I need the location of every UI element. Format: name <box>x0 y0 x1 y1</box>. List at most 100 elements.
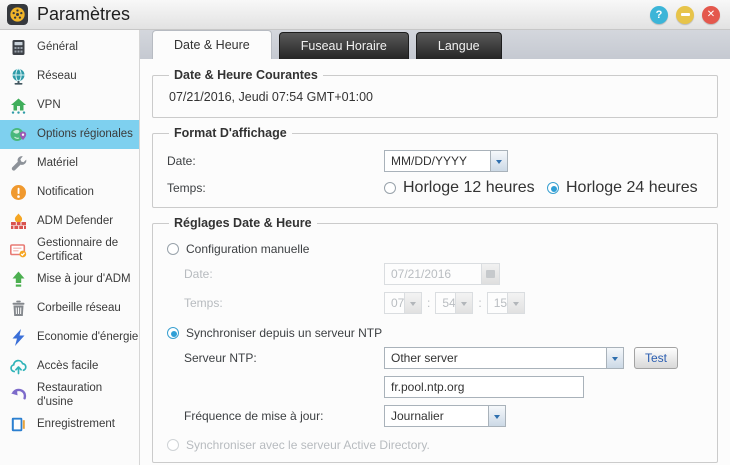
sidebar-item-label: ADM Defender <box>37 214 114 227</box>
date-format-row: Date: MM/DD/YYYY <box>167 150 705 172</box>
sidebar-item-energy-saving[interactable]: Economie d'énergie <box>0 323 139 352</box>
ntp-server-row: Serveur NTP: Other server Test <box>167 347 705 369</box>
sidebar-item-network-recycle-bin[interactable]: Corbeille réseau <box>0 294 139 323</box>
clock-24h-option[interactable]: Horloge 24 heures <box>547 179 698 197</box>
sidebar-item-label: Restauration d'usine <box>37 381 103 408</box>
manual-config-radio[interactable] <box>167 243 179 255</box>
sidebar-item-label: Corbeille réseau <box>37 301 121 314</box>
datetime-settings-legend: Réglages Date & Heure <box>174 216 312 230</box>
clock-12h-option[interactable]: Horloge 12 heures <box>384 179 547 197</box>
current-datetime-legend: Date & Heure Courantes <box>174 68 318 82</box>
tab-content: Date & Heure Courantes 07/21/2016, Jeudi… <box>140 59 730 465</box>
registration-icon <box>9 415 28 434</box>
ntp-sync-option[interactable]: Synchroniser depuis un serveur NTP <box>167 326 705 340</box>
ad-sync-radio <box>167 439 179 451</box>
update-frequency-row: Fréquence de mise à jour: Journalier <box>167 405 705 427</box>
chevron-down-icon[interactable] <box>606 348 623 368</box>
hardware-icon <box>9 154 28 173</box>
sidebar-item-adm-defender[interactable]: ADM Defender <box>0 207 139 236</box>
current-datetime-value: 07/21/2016, Jeudi 07:54 GMT+01:00 <box>169 90 373 104</box>
ad-sync-option: Synchroniser avec le serveur Active Dire… <box>167 438 705 452</box>
chevron-down-icon[interactable] <box>490 151 507 171</box>
adm-defender-icon <box>9 212 28 231</box>
manual-config-option[interactable]: Configuration manuelle <box>167 242 705 256</box>
clock-12h-label[interactable]: Horloge 12 heures <box>403 179 535 197</box>
regional-options-icon <box>9 125 28 144</box>
date-format-select[interactable]: MM/DD/YYYY <box>384 150 508 172</box>
ntp-sync-label[interactable]: Synchroniser depuis un serveur NTP <box>186 326 382 340</box>
manual-config-label[interactable]: Configuration manuelle <box>186 242 309 256</box>
ntp-server-select[interactable]: Other server <box>384 347 624 369</box>
general-icon <box>9 38 28 57</box>
window-controls: ? ✕ <box>650 5 720 24</box>
chevron-down-icon <box>455 293 473 313</box>
chevron-down-icon <box>506 293 524 313</box>
minimize-button[interactable] <box>676 5 694 24</box>
datetime-settings-section: Réglages Date & Heure Configuration manu… <box>152 216 718 463</box>
chevron-down-icon[interactable] <box>488 406 505 426</box>
test-button[interactable]: Test <box>634 347 679 369</box>
manual-date-input: 07/21/2016 <box>384 263 500 285</box>
sidebar-item-adm-update[interactable]: Mise à jour d'ADM <box>0 265 139 294</box>
ad-sync-label: Synchroniser avec le serveur Active Dire… <box>186 438 430 452</box>
settings-app-icon <box>7 4 28 25</box>
manual-time-row: Temps: 07 : 54 : 15 <box>167 292 705 314</box>
current-datetime-section: Date & Heure Courantes 07/21/2016, Jeudi… <box>152 68 718 118</box>
titlebar: Paramètres ? ✕ <box>0 0 730 30</box>
sidebar-item-label: Accès facile <box>37 359 99 372</box>
network-icon <box>9 67 28 86</box>
energy-saving-icon <box>9 328 28 347</box>
sidebar-item-label: Enregistrement <box>37 417 115 430</box>
sidebar-item-network[interactable]: Réseau <box>0 62 139 91</box>
sidebar-item-label: Matériel <box>37 156 78 169</box>
sidebar-item-vpn[interactable]: VPN <box>0 91 139 120</box>
adm-update-icon <box>9 270 28 289</box>
ntp-sync-radio[interactable] <box>167 327 179 339</box>
sidebar-item-label: Réseau <box>37 69 77 82</box>
time-format-label: Temps: <box>167 181 206 195</box>
help-button[interactable]: ? <box>650 5 668 24</box>
minute-select: 54 <box>435 292 474 314</box>
tab-fuseau-horaire[interactable]: Fuseau Horaire <box>278 32 409 59</box>
manual-date-row: Date: 07/21/2016 <box>167 263 705 285</box>
clock-24h-radio[interactable] <box>547 182 559 194</box>
sidebar-item-label: Gestionnaire de Certificat <box>37 236 119 263</box>
close-button[interactable]: ✕ <box>702 5 720 24</box>
page-title: Paramètres <box>37 4 131 24</box>
ntp-server-label: Serveur NTP: <box>184 351 257 365</box>
sidebar-item-label: Notification <box>37 185 94 198</box>
manual-time-label: Temps: <box>184 296 223 310</box>
sidebar-item-easy-access[interactable]: Accès facile <box>0 352 139 381</box>
sidebar-item-certificate-manager[interactable]: Gestionnaire de Certificat <box>0 236 139 265</box>
tab-langue[interactable]: Langue <box>415 32 502 59</box>
hour-select: 07 <box>384 292 422 314</box>
sidebar-item-notification[interactable]: Notification <box>0 178 139 207</box>
sidebar-item-registration[interactable]: Enregistrement <box>0 410 139 439</box>
certificate-icon <box>9 241 28 260</box>
manual-date-label: Date: <box>184 267 213 281</box>
date-format-label: Date: <box>167 154 196 168</box>
sidebar-item-label: VPN <box>37 98 61 111</box>
sidebar-item-general[interactable]: Général <box>0 33 139 62</box>
sidebar-item-hardware[interactable]: Matériel <box>0 149 139 178</box>
sidebar: Général Réseau VPN Options régionales Ma… <box>0 30 140 465</box>
ntp-custom-server-input[interactable] <box>384 376 584 398</box>
update-frequency-label: Fréquence de mise à jour: <box>184 409 324 423</box>
display-format-section: Format D'affichage Date: MM/DD/YYYY Temp… <box>152 126 718 208</box>
sidebar-item-label: Options régionales <box>37 127 133 140</box>
time-separator: : <box>478 296 482 310</box>
time-separator: : <box>427 296 431 310</box>
clock-24h-label[interactable]: Horloge 24 heures <box>566 179 698 197</box>
tab-date-heure[interactable]: Date & Heure <box>152 30 272 59</box>
second-select: 15 <box>486 292 525 314</box>
sidebar-item-factory-reset[interactable]: Restauration d'usine <box>0 381 139 410</box>
sidebar-item-label: Général <box>37 40 78 53</box>
network-recycle-icon <box>9 299 28 318</box>
sidebar-item-regional-options[interactable]: Options régionales <box>0 120 139 149</box>
factory-reset-icon <box>9 386 28 405</box>
clock-12h-radio[interactable] <box>384 182 396 194</box>
time-format-row: Temps: Horloge 12 heures Horloge 24 heur… <box>167 179 705 197</box>
update-frequency-select[interactable]: Journalier <box>384 405 506 427</box>
easy-access-icon <box>9 357 28 376</box>
vpn-icon <box>9 96 28 115</box>
